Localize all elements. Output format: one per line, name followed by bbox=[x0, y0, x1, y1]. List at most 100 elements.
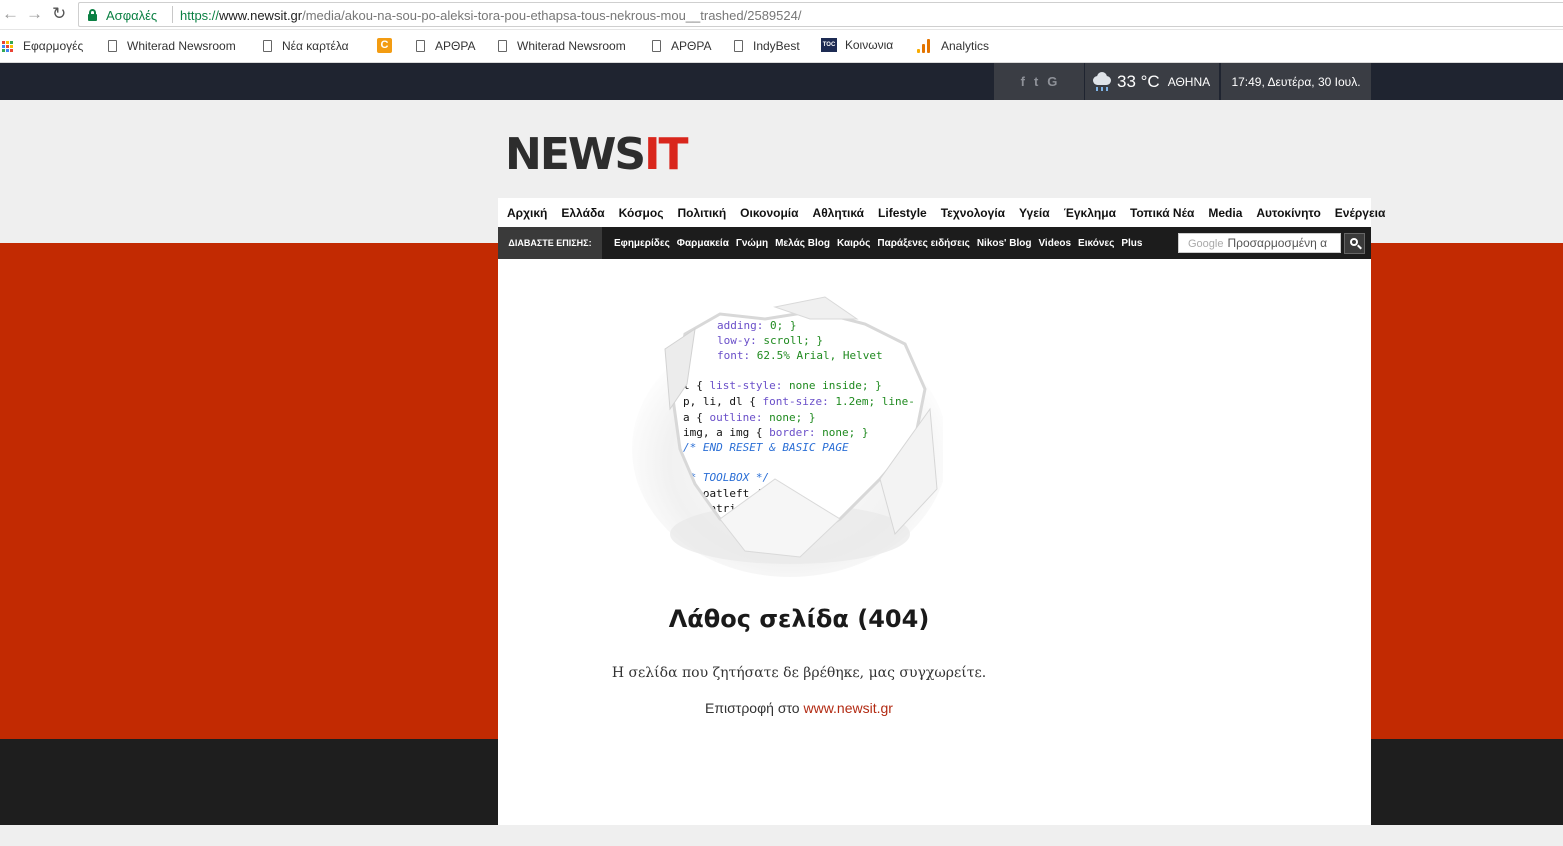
main-menu: Αρχική Ελλάδα Κόσμος Πολιτική Οικονομία … bbox=[498, 198, 1385, 227]
menu-item-auto[interactable]: Αυτοκίνητο bbox=[1256, 206, 1320, 220]
bookmark-label: Εφαρμογές bbox=[23, 39, 84, 53]
date-time: 17:49, Δευτέρα, 30 Ιουλ. bbox=[1221, 63, 1371, 100]
bookmark-arthra-2[interactable]: ΑΡΘΡΑ bbox=[652, 39, 711, 53]
bookmark-koinonia[interactable]: TOC Κοινωνια bbox=[821, 38, 893, 52]
bookmark-whiterad-2[interactable]: Whiterad Newsroom bbox=[498, 39, 626, 53]
bookmark-label: Analytics bbox=[941, 39, 990, 53]
read-also-link[interactable]: Γνώμη bbox=[736, 238, 768, 249]
reload-icon[interactable]: ↻ bbox=[52, 5, 66, 23]
logo-news: NEWS bbox=[505, 129, 646, 180]
twitter-icon[interactable]: t bbox=[1034, 74, 1038, 89]
logo-it: IT bbox=[644, 129, 688, 180]
url-host: www.newsit.gr bbox=[219, 8, 303, 23]
menu-item-lifestyle[interactable]: Lifestyle bbox=[878, 206, 927, 220]
read-also-link[interactable]: Παράξενες ειδήσεις bbox=[877, 238, 969, 249]
bookmark-label: Κοινωνια bbox=[845, 38, 894, 52]
lock-icon bbox=[88, 9, 97, 21]
page-icon bbox=[652, 40, 661, 52]
menu-item-world[interactable]: Κόσμος bbox=[619, 206, 664, 220]
bookmark-arthra-1[interactable]: ΑΡΘΡΑ bbox=[416, 39, 475, 53]
forward-arrow-icon[interactable]: → bbox=[26, 5, 43, 23]
rain-cloud-icon bbox=[1091, 71, 1113, 92]
read-also-link[interactable]: Nikos' Blog bbox=[977, 238, 1032, 249]
error-content: adding: 0; } low-y: scroll; } font: 62.5% … bbox=[498, 259, 1371, 825]
page: f t G 33 °C ΑΘΗΝΑ 17:49, Δευτέρα, 30 Ιου… bbox=[0, 63, 1563, 846]
menu-item-local-news[interactable]: Τοπικά Νέα bbox=[1130, 206, 1194, 220]
read-also-link[interactable]: Καιρός bbox=[837, 238, 870, 249]
bookmark-apps[interactable]: Εφαρμογές bbox=[2, 39, 83, 53]
bookmarks-bar: Εφαρμογές Whiterad Newsroom Νέα καρτέλα … bbox=[0, 30, 1563, 63]
code-line: font: 62.5% Arial, Helvet bbox=[717, 349, 883, 362]
page-icon bbox=[263, 40, 272, 52]
code-line: adding: 0; } bbox=[717, 319, 796, 332]
back-arrow-icon[interactable]: ← bbox=[2, 5, 19, 23]
code-line: /* TOOLBOX */ bbox=[683, 471, 769, 484]
bookmark-label: ΑΡΘΡΑ bbox=[671, 39, 712, 53]
page-icon bbox=[416, 40, 425, 52]
return-line: Επιστροφή στο www.newsit.gr bbox=[498, 700, 1100, 716]
return-home-link[interactable]: www.newsit.gr bbox=[803, 700, 892, 716]
menu-item-technology[interactable]: Τεχνολογία bbox=[941, 206, 1005, 220]
page-icon bbox=[108, 40, 117, 52]
read-also-link[interactable]: Εικόνες bbox=[1078, 238, 1114, 249]
google-plus-icon[interactable]: G bbox=[1047, 74, 1057, 89]
address-bar[interactable]: Ασφαλές https://www.newsit.gr/media/akou… bbox=[78, 2, 1563, 27]
bookmark-label: Whiterad Newsroom bbox=[517, 39, 626, 53]
temperature: 33 °C bbox=[1117, 71, 1160, 91]
bookmark-whiterad-1[interactable]: Whiterad Newsroom bbox=[108, 39, 236, 53]
url-text[interactable]: https://www.newsit.gr/media/akou-na-sou-… bbox=[180, 8, 801, 23]
error-title: Λάθος σελίδα (404) bbox=[668, 605, 930, 633]
read-also-link[interactable]: Plus bbox=[1121, 238, 1142, 249]
bottom-strip bbox=[0, 825, 1563, 846]
search-placeholder: Προσαρμοσμένη α bbox=[1227, 236, 1328, 250]
read-also-label: ΔΙΑΒΑΣΤΕ ΕΠΙΣΗΣ: bbox=[498, 227, 602, 259]
url-separator bbox=[172, 6, 173, 23]
bookmark-analytics[interactable]: Analytics bbox=[917, 39, 989, 53]
menu-item-sports[interactable]: Αθλητικά bbox=[813, 206, 865, 220]
weather-widget[interactable]: 33 °C ΑΘΗΝΑ bbox=[1085, 63, 1219, 100]
page-icon bbox=[734, 40, 743, 52]
code-line: low-y: scroll; } bbox=[717, 334, 823, 347]
url-protocol: https:// bbox=[180, 8, 220, 23]
browser-toolbar: ← → ↻ Ασφαλές https://www.newsit.gr/medi… bbox=[0, 0, 1563, 30]
toc-icon: TOC bbox=[821, 38, 837, 52]
menu-item-crime[interactable]: Έγκλημα bbox=[1064, 206, 1116, 220]
search-input[interactable]: Google Προσαρμοσμένη α bbox=[1178, 233, 1341, 253]
facebook-icon[interactable]: f bbox=[1021, 74, 1025, 89]
read-also-link[interactable]: Videos bbox=[1038, 238, 1071, 249]
bookmark-c[interactable]: C bbox=[377, 38, 392, 53]
menu-item-economy[interactable]: Οικονομία bbox=[740, 206, 798, 220]
menu-item-health[interactable]: Υγεία bbox=[1019, 206, 1050, 220]
code-line: p, li, dl { font-size: 1.2em; line- bbox=[683, 395, 915, 408]
search-button[interactable] bbox=[1344, 233, 1365, 254]
error-message: Η σελίδα που ζητήσατε δε βρέθηκε, μας συ… bbox=[611, 665, 987, 681]
social-links: f t G bbox=[994, 63, 1084, 100]
read-also-link[interactable]: Εφημερίδες bbox=[614, 238, 670, 249]
url-path: /media/akou-na-sou-po-aleksi-tora-pou-et… bbox=[302, 8, 802, 23]
menu-item-media[interactable]: Media bbox=[1208, 206, 1242, 220]
torn-paper-code-image: adding: 0; } low-y: scroll; } font: 62.5% … bbox=[632, 296, 943, 577]
code-line: l { list-style: none inside; } bbox=[683, 379, 882, 392]
code-line: img, a img { border: none; } bbox=[683, 426, 868, 439]
read-also-bar: ΔΙΑΒΑΣΤΕ ΕΠΙΣΗΣ: Εφημερίδες Φαρμακεία Γν… bbox=[498, 227, 1371, 259]
read-also-link[interactable]: Φαρμακεία bbox=[677, 238, 729, 249]
bookmark-new-tab[interactable]: Νέα καρτέλα bbox=[263, 39, 349, 53]
menu-item-greece[interactable]: Ελλάδα bbox=[561, 206, 604, 220]
code-line: /* END RESET & BASIC PAGE bbox=[683, 441, 849, 454]
menu-item-politics[interactable]: Πολιτική bbox=[677, 206, 726, 220]
read-also-links: Εφημερίδες Φαρμακεία Γνώμη Μελάς Blog Κα… bbox=[614, 238, 1142, 249]
menu-item-energy[interactable]: Ενέργεια bbox=[1335, 206, 1386, 220]
newsit-logo[interactable]: NEWS IT bbox=[505, 129, 689, 180]
city: ΑΘΗΝΑ bbox=[1167, 74, 1211, 89]
google-brand: Google bbox=[1188, 238, 1224, 250]
bookmark-label: Νέα καρτέλα bbox=[282, 39, 349, 53]
analytics-icon bbox=[917, 39, 931, 53]
bookmark-indybest[interactable]: IndyBest bbox=[734, 39, 800, 53]
read-also-link[interactable]: Μελάς Blog bbox=[775, 238, 830, 249]
menu-item-home[interactable]: Αρχική bbox=[507, 206, 547, 220]
apps-icon bbox=[2, 40, 13, 52]
bookmark-label: IndyBest bbox=[753, 39, 800, 53]
return-prefix: Επιστροφή στο bbox=[705, 700, 800, 716]
page-icon bbox=[498, 40, 507, 52]
code-line: a { outline: none; } bbox=[683, 411, 815, 424]
